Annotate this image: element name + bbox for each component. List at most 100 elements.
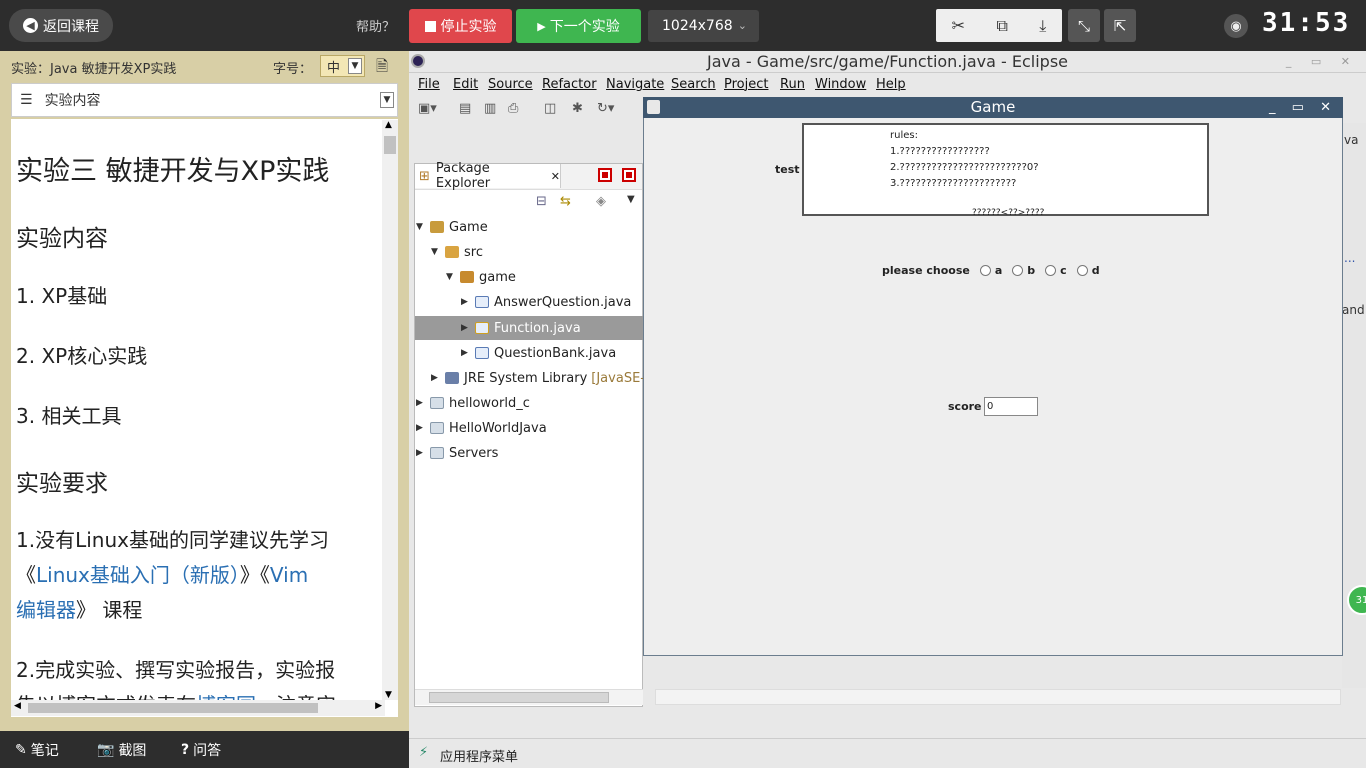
vim-course-link[interactable]: Vim — [270, 563, 308, 587]
vim-course-link-cont[interactable]: 编辑器 — [16, 598, 76, 622]
menu-run[interactable]: Run — [780, 77, 805, 92]
menu-file[interactable]: File — [418, 77, 440, 92]
scrollbar-thumb[interactable] — [384, 136, 396, 154]
score-label: score — [948, 400, 982, 413]
tree-item-questionbank[interactable]: ▶ QuestionBank.java — [461, 342, 616, 364]
tab-package-explorer[interactable]: ⊞ Package Explorer ✕ — [415, 161, 561, 191]
window-controls[interactable]: _ ▭ ✕ — [1286, 51, 1358, 73]
filter-icon[interactable]: ◈ — [596, 194, 606, 209]
menu-refactor[interactable]: Refactor — [542, 77, 597, 92]
content-vertical-scrollbar[interactable]: ▲ ▼ — [382, 120, 398, 700]
binary-icon[interactable]: ◫ — [544, 101, 556, 116]
collapsed-icon[interactable]: ▶ — [461, 297, 475, 307]
arrow-right-icon[interactable]: ▶ — [375, 701, 382, 711]
qa-button[interactable]: ? 问答 — [181, 740, 221, 760]
expanded-icon[interactable]: ▼ — [446, 272, 460, 282]
maximize-view-icon[interactable] — [622, 168, 636, 182]
download-icon[interactable]: ⤓ — [1039, 16, 1046, 36]
tree-item-answerquestion[interactable]: ▶ AnswerQuestion.java — [461, 291, 631, 313]
tree-item-servers[interactable]: ▶ Servers — [416, 442, 498, 464]
arrow-down-icon[interactable]: ▼ — [385, 690, 392, 700]
section-heading: 实验内容 — [16, 226, 108, 252]
tree-item-src[interactable]: ▼ src — [431, 241, 483, 263]
new-icon[interactable]: ▣▾ — [418, 101, 437, 116]
requirement-text: 2.完成实验、撰写实验报告，实验报 — [16, 658, 336, 682]
help-link[interactable]: 帮助？ — [356, 16, 395, 35]
chevron-down-icon: ▼ — [348, 58, 362, 74]
window-controls[interactable]: _ ▭ ✕ — [1269, 97, 1337, 118]
collapsed-icon[interactable]: ▶ — [461, 323, 475, 333]
view-menu-icon[interactable]: ▼ — [627, 194, 635, 205]
radio-a[interactable] — [979, 265, 991, 276]
menu-window[interactable]: Window — [815, 77, 866, 92]
build-icon[interactable]: ✱ — [572, 101, 583, 116]
score-field[interactable]: 0 — [984, 397, 1038, 416]
editor-hscroll[interactable] — [655, 689, 1341, 705]
link-editor-icon[interactable]: ⇆ — [560, 194, 571, 209]
menu-edit[interactable]: Edit — [453, 77, 478, 92]
close-icon[interactable]: ✕ — [551, 170, 560, 183]
expanded-icon[interactable]: ▼ — [416, 222, 430, 232]
tree-item-game-package[interactable]: ▼ game — [446, 266, 516, 288]
tree-item-game-project[interactable]: ▼ Game — [416, 216, 488, 238]
menu-navigate[interactable]: Navigate — [606, 77, 664, 92]
radio-d[interactable] — [1076, 265, 1088, 276]
document-icon[interactable]: 🗎 — [376, 56, 388, 81]
minimize-view-icon[interactable] — [598, 168, 612, 182]
font-size-select[interactable]: 中 ▼ — [320, 55, 365, 77]
resolution-select[interactable]: 1024x768 ⌄ — [648, 10, 759, 42]
tree-item-jre[interactable]: ▶ JRE System Library [JavaSE-1.7 — [431, 367, 666, 389]
back-to-course-button[interactable]: ◀ 返回课程 — [9, 9, 113, 42]
folder-icon — [430, 447, 444, 459]
pencil-icon: ✎ — [15, 742, 27, 758]
radio-c[interactable] — [1045, 265, 1057, 276]
expanded-icon[interactable]: ▼ — [431, 247, 445, 257]
refresh-icon[interactable]: ↻▾ — [597, 101, 614, 116]
menu-source[interactable]: Source — [488, 77, 533, 92]
toc-select[interactable]: ☰ 实验内容 ▼ — [11, 83, 398, 117]
scrollbar-thumb[interactable] — [28, 703, 318, 713]
list-icon: ☰ — [20, 92, 33, 108]
collapsed-icon[interactable]: ▶ — [416, 423, 430, 433]
game-title-bar: Game _ ▭ ✕ — [643, 97, 1343, 118]
print-icon[interactable]: ⎙ — [508, 101, 518, 116]
app-menu-label[interactable]: 应用程序菜单 — [440, 746, 518, 765]
collapsed-icon[interactable]: ▶ — [461, 348, 475, 358]
tree-item-helloworldjava[interactable]: ▶ HelloWorldJava — [416, 417, 547, 439]
arrow-left-icon[interactable]: ◀ — [14, 701, 21, 711]
collapsed-icon[interactable]: ▶ — [416, 448, 430, 458]
linux-course-link[interactable]: Linux基础入门（新版） — [36, 563, 240, 587]
tree-item-function[interactable]: ▶ Function.java — [461, 317, 581, 339]
chevron-down-icon: ⌄ — [737, 19, 747, 32]
menu-project[interactable]: Project — [724, 77, 768, 92]
arrow-up-icon[interactable]: ▲ — [385, 120, 392, 130]
menu-help[interactable]: Help — [876, 77, 906, 92]
source-folder-icon — [445, 246, 459, 258]
collapsed-icon[interactable]: ▶ — [431, 373, 445, 383]
save-all-icon[interactable]: ▥ — [484, 101, 496, 116]
content-horizontal-scrollbar[interactable]: ◀ ▶ — [11, 700, 385, 716]
menu-search[interactable]: Search — [671, 77, 716, 92]
rules-text-area[interactable]: rules: 1.????????????????? 2.???????????… — [802, 123, 1209, 218]
question-icon: ? — [181, 742, 190, 758]
folder-icon — [430, 422, 444, 434]
next-lab-button[interactable]: ▶ 下一个实验 — [516, 9, 641, 43]
notes-button[interactable]: ✎ 笔记 — [15, 740, 59, 760]
chevron-down-icon: ▼ — [380, 92, 394, 108]
eye-icon[interactable]: ◉ — [1224, 14, 1248, 38]
radio-b[interactable] — [1012, 265, 1024, 276]
scissors-icon[interactable]: ✂ — [952, 16, 965, 35]
collapse-all-icon[interactable]: ⊟ — [536, 194, 547, 209]
save-icon[interactable]: ▤ — [459, 101, 471, 116]
screen-share-icon[interactable]: ⧉ — [996, 16, 1007, 36]
external-link-icon[interactable]: ⇱ — [1104, 9, 1136, 42]
stop-lab-button[interactable]: 停止实验 — [409, 9, 512, 43]
exit-fullscreen-icon[interactable]: ⤡ — [1068, 9, 1100, 42]
collapsed-icon[interactable]: ▶ — [416, 398, 430, 408]
app-menu-icon[interactable]: ⚡ — [419, 745, 428, 760]
stop-icon — [424, 20, 436, 32]
tree-item-helloworld-c[interactable]: ▶ helloworld_c — [416, 392, 530, 414]
package-explorer-hscroll[interactable] — [415, 689, 643, 705]
scrollbar-thumb[interactable] — [429, 692, 609, 703]
screenshot-button[interactable]: 📷 截图 — [97, 740, 146, 760]
